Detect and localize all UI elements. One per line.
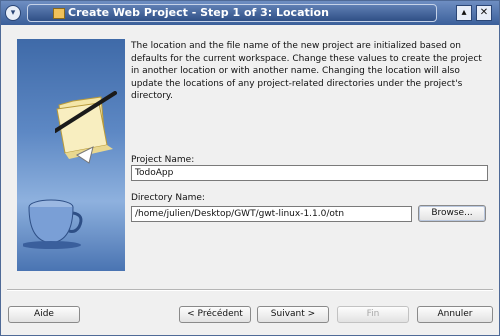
coffee-cup-icon [23, 199, 83, 249]
step-description: The location and the file name of the ne… [131, 41, 482, 101]
wizard-window: ▾ Create Web Project - Step 1 of 3: Loca… [0, 0, 500, 336]
close-icon[interactable]: ✕ [476, 5, 492, 21]
chevron-down-icon[interactable]: ▾ [5, 5, 21, 21]
title-bar[interactable]: ▾ Create Web Project - Step 1 of 3: Loca… [1, 1, 499, 25]
project-name-input[interactable]: TodoApp [131, 165, 488, 181]
title-capsule: Create Web Project - Step 1 of 3: Locati… [27, 4, 437, 22]
wizard-illustration [17, 39, 125, 271]
cancel-button[interactable]: Annuler [417, 306, 493, 323]
directory-name-input[interactable]: /home/julien/Desktop/GWT/gwt-linux-1.1.0… [131, 206, 412, 222]
window-title: Create Web Project - Step 1 of 3: Locati… [68, 6, 329, 19]
web-project-icon [53, 8, 65, 19]
next-button[interactable]: Suivant > [257, 306, 329, 323]
help-button[interactable]: Aide [8, 306, 80, 323]
folder-with-pen-icon [55, 91, 117, 164]
back-button[interactable]: < Précédent [179, 306, 251, 323]
finish-button[interactable]: Fin [337, 306, 409, 323]
maximize-icon[interactable]: ▴ [456, 5, 472, 21]
project-name-label: Project Name: [131, 155, 195, 165]
browse-button[interactable]: Browse... [418, 205, 486, 222]
directory-name-label: Directory Name: [131, 193, 205, 203]
footer-separator [7, 289, 493, 291]
